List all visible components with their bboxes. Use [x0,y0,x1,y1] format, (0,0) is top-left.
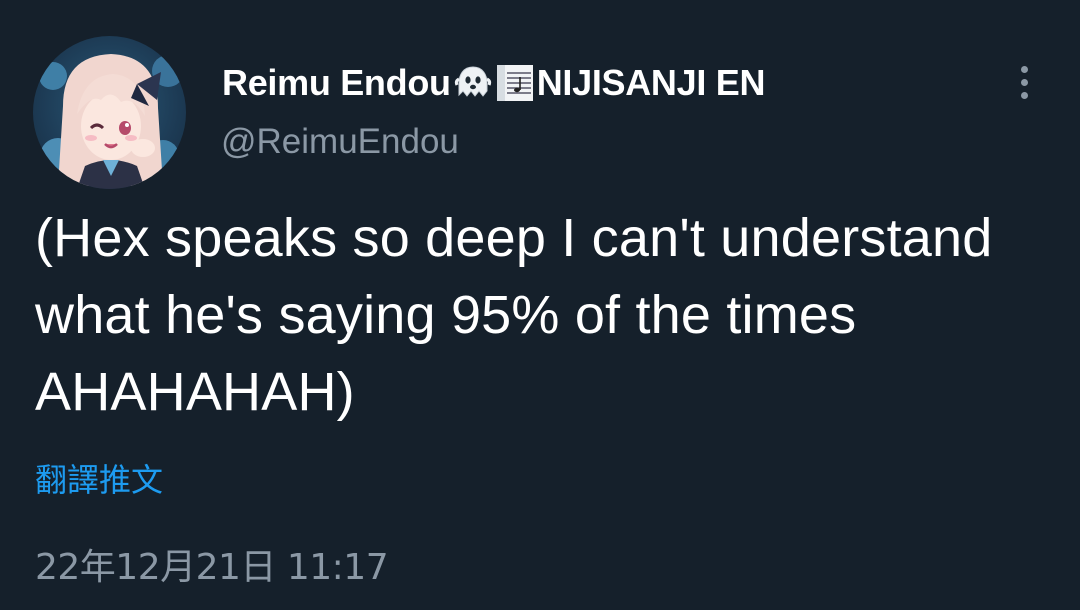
ghost-icon [453,63,493,103]
translate-tweet-link[interactable]: 翻譯推文 [35,455,163,501]
tweet-timestamp[interactable]: 22年12月21日 11:17 [35,538,389,590]
avatar-illustration [39,54,184,189]
author-avatar[interactable] [33,36,186,189]
tweet-card: Reimu Endou NIJISANJI EN @ReimuEndou (He… [0,0,1080,610]
more-vertical-icon [1020,65,1028,73]
author-display-name[interactable]: Reimu Endou [222,62,451,104]
more-options-button[interactable] [1006,60,1042,104]
sheet-music-icon [495,63,535,103]
tweet-text: (Hex speaks so deep I can't understand w… [35,208,993,422]
author-handle[interactable]: @ReimuEndou [221,122,459,162]
author-display-name-suffix[interactable]: NIJISANJI EN [537,62,766,104]
author-name-row[interactable]: Reimu Endou NIJISANJI EN [222,60,765,106]
